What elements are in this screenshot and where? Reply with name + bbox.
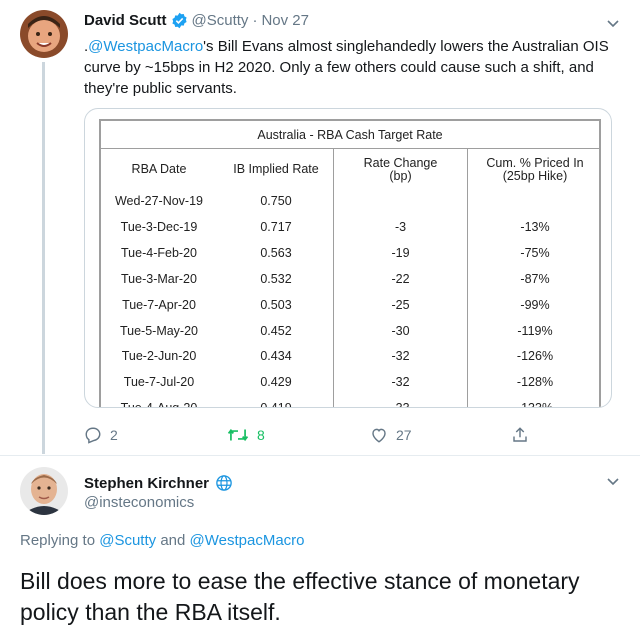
tweet-text: .@WestpacMacro's Bill Evans almost singl… [84,36,614,99]
cell-ib-rate: 0.429 [260,375,292,390]
retweet-icon [227,428,249,442]
reply-icon [85,427,101,444]
cell-rate-change: -19 [391,245,410,260]
cell-cum-priced: -75% [520,245,550,260]
cell-ib-rate: 0.452 [260,323,292,338]
reply-author-name[interactable]: Stephen Kirchner [84,475,209,492]
cell-rate-change: -30 [391,323,410,338]
cell-rate-change: -32 [391,349,410,364]
cell-rba-date: Tue-2-Jun-20 [121,349,197,364]
replying-and: and [160,532,186,549]
author-name[interactable]: David Scutt [84,12,167,29]
verified-badge-icon [171,12,188,29]
retweet-count: 8 [257,427,265,443]
cell-cum-priced: -128% [516,375,554,390]
table-title-rule [101,148,599,149]
author-handle[interactable]: @Scutty [192,12,249,29]
cell-cum-priced: -99% [520,297,550,312]
cell-cum-priced: -13% [520,219,550,234]
cell-ib-rate: 0.532 [260,271,292,286]
media-card[interactable]: Australia - RBA Cash Target Rate RBA Dat… [84,108,612,408]
cell-rate-change: -3 [394,219,407,234]
cell-ib-rate: 0.434 [260,349,292,364]
cell-ib-rate: 0.503 [260,297,292,312]
reply-count: 2 [110,427,118,443]
cell-rate-change: -22 [391,271,410,286]
replying-mention-scutty[interactable]: @Scutty [99,532,156,549]
reply-author-handle[interactable]: @insteconomics [84,494,194,511]
share-icon [513,427,527,442]
chevron-down-icon[interactable] [606,474,620,486]
replying-to: Replying to @Scutty and @WestpacMacro [20,532,305,549]
cell-ib-rate: 0.750 [260,194,292,208]
cell-cum-priced: -87% [520,271,550,286]
col-header-rba-date: RBA Date [131,162,187,176]
tweet-actions: 2 8 27 [0,426,640,448]
cell-rate-change: -32 [391,375,410,390]
mention-westpacmacro[interactable]: @WestpacMacro [88,38,203,55]
table-title: Australia - RBA Cash Target Rate [257,128,443,142]
cell-rba-date: Tue-4-Aug-20 [101,401,217,407]
like-count: 27 [396,427,412,443]
col-header-ib-rate: IB Implied Rate [233,162,319,176]
avatar-stephen-kirchner[interactable] [20,467,68,515]
cell-rate-change: -33 [334,401,467,407]
col-header-cum-priced: Cum. % Priced In (25bp Hike) [486,156,584,183]
cell-ib-rate: 0.563 [260,245,292,260]
replying-mention-westpacmacro[interactable]: @WestpacMacro [190,532,305,549]
separator: · [252,12,258,29]
rate-table: Australia - RBA Cash Target Rate RBA Dat… [99,119,602,407]
cell-ib-rate: 0.717 [260,219,292,234]
cell-cum-priced: -119% [517,323,553,338]
share-button[interactable] [511,426,537,444]
retweet-button[interactable]: 8 [227,426,265,444]
tweet-header: David Scutt @Scutty · Nov 27 [84,12,309,29]
like-button[interactable]: 27 [370,426,412,444]
cell-rba-date: Tue-5-May-20 [119,323,199,338]
thread-line [42,62,45,454]
cell-rba-date: Tue-7-Jul-20 [123,375,195,390]
like-icon [372,428,386,443]
globe-icon [215,474,233,492]
cell-rba-date: Tue-3-Dec-19 [120,219,198,234]
cell-rba-date: Tue-4-Feb-20 [121,245,197,260]
cell-rba-date: Wed-27-Nov-19 [114,194,203,208]
cell-cum-priced: -126% [516,349,554,364]
chevron-down-icon[interactable] [606,16,620,28]
col-header-rate-change: Rate Change (bp) [363,156,438,183]
reply-text: Bill does more to ease the effective sta… [20,568,580,625]
reply-button[interactable]: 2 [84,426,118,444]
reply-author-row: Stephen Kirchner [84,474,233,492]
replying-prefix: Replying to [20,532,96,549]
cell-ib-rate: 0.419 [219,401,333,407]
avatar-david-scutt[interactable] [20,10,68,58]
cell-cum-priced: -133% [468,401,602,407]
cell-rba-date: Tue-3-Mar-20 [121,271,197,286]
cell-rate-change: -25 [391,297,410,312]
tweet-divider [0,455,640,456]
cell-rba-date: Tue-7-Apr-20 [122,297,196,312]
tweet-main: David Scutt @Scutty · Nov 27 .@WestpacMa… [0,0,640,458]
tweet-time[interactable]: Nov 27 [261,12,309,29]
